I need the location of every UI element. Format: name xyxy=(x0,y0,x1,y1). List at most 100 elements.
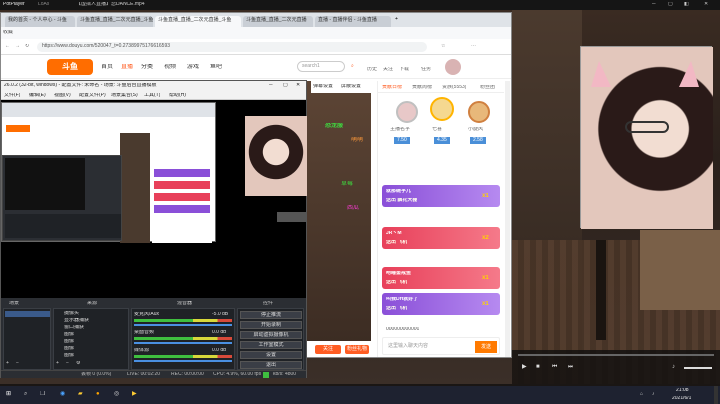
obs-menu-help[interactable]: 帮助(H) xyxy=(169,93,186,98)
obs-menu-scenes[interactable]: 场景集合(S) xyxy=(111,93,138,98)
source-item[interactable]: 摄像头 xyxy=(64,311,79,316)
source-item[interactable]: 图像 xyxy=(64,332,74,337)
close-icon[interactable]: ✕ xyxy=(704,2,708,7)
danmu-setting[interactable]: 弹幕设置 xyxy=(313,84,333,89)
next-icon[interactable]: ⏭ xyxy=(568,364,573,370)
chat-tab-fans[interactable]: 粉丝团 xyxy=(480,85,495,90)
rank-avatar-3[interactable] xyxy=(468,101,490,123)
nav-game[interactable]: 游戏 xyxy=(187,64,199,70)
follow-label[interactable]: 关注 xyxy=(383,67,393,72)
obs-menu-view[interactable]: 视图(V) xyxy=(54,93,71,98)
chat-tab-daily[interactable]: 贡献日榜 xyxy=(382,85,402,90)
refresh-icon[interactable]: ↻ xyxy=(25,44,29,49)
volume-slider[interactable] xyxy=(134,324,232,326)
tab-3-active[interactable]: 斗鱼直播_直播_二次元直播_斗鱼 xyxy=(155,16,241,27)
volume-icon[interactable]: ♪ xyxy=(672,364,675,370)
send-button[interactable]: 发送 xyxy=(475,341,497,353)
player-volume-slider[interactable] xyxy=(684,367,712,369)
obs-minimize-icon[interactable]: ─ xyxy=(269,83,273,88)
tab-4[interactable]: 斗鱼直播_直播_二次元直播 xyxy=(243,16,313,27)
volume-meter xyxy=(134,319,232,322)
maximize-icon[interactable]: ▢ xyxy=(668,2,673,7)
folder-icon[interactable]: ▰ xyxy=(78,391,83,397)
source-settings-icon[interactable]: ⚙ xyxy=(76,361,80,366)
menu-label[interactable]: LoAs xyxy=(38,2,49,7)
douyu-app-icon[interactable]: ● xyxy=(96,391,100,397)
start-record-button[interactable]: 开始录制 xyxy=(240,321,302,329)
obs-close-icon[interactable]: ✕ xyxy=(296,83,300,88)
obs-app-icon[interactable]: ◎ xyxy=(114,391,119,397)
minimize-icon[interactable]: ─ xyxy=(652,2,656,7)
browser-scrollbar[interactable] xyxy=(505,81,510,357)
obs-menu-file[interactable]: 文件(F) xyxy=(4,93,20,98)
address-bar[interactable]: https://www.douyu.com/520047_t=0.2738997… xyxy=(37,42,427,52)
download-label[interactable]: 下载 xyxy=(399,67,409,72)
network-icon[interactable]: ⌂ xyxy=(640,392,643,397)
rank-avatar-2[interactable] xyxy=(430,97,454,121)
tab-5[interactable]: 直播 - 直播伴侣 - 斗鱼直播 xyxy=(315,16,391,27)
play-icon[interactable]: ▶ xyxy=(522,364,527,370)
taskbar-search-icon[interactable]: ⌕ xyxy=(24,391,27,397)
source-item[interactable]: 图像 xyxy=(64,339,74,344)
fan-gift-button[interactable]: 粉丝礼物 xyxy=(345,345,369,354)
scene-selected[interactable] xyxy=(5,311,50,317)
nav-home[interactable]: 首页 xyxy=(101,64,113,70)
follow-button[interactable]: 关注 xyxy=(315,345,341,354)
start-icon[interactable]: ⊞ xyxy=(6,391,11,397)
rank-avatar-1[interactable] xyxy=(396,101,418,123)
potplayer-app-icon[interactable]: ▶ xyxy=(132,391,137,397)
forward-icon[interactable]: → xyxy=(15,44,20,49)
site-search-input[interactable]: search1 xyxy=(297,61,345,72)
settings-button[interactable]: 设置 xyxy=(240,351,302,359)
tab-1[interactable]: 我的首页 - 个人中心 - 斗鱼 xyxy=(5,16,75,27)
prev-icon[interactable]: ⏮ xyxy=(552,364,557,370)
obs-preview[interactable] xyxy=(1,100,307,298)
tab-2[interactable]: 斗鱼直播_直播_二次元直播_斗鱼 xyxy=(77,16,153,27)
chat-tab-noble[interactable]: 贵族(5553) xyxy=(442,85,466,90)
new-tab-icon[interactable]: + xyxy=(395,17,398,22)
task-label[interactable]: 任务 xyxy=(421,67,431,72)
obs-menu-profile[interactable]: 配置文件(P) xyxy=(79,93,106,98)
source-item[interactable]: 图像 xyxy=(64,353,74,358)
scene-remove-icon[interactable]: − xyxy=(16,361,19,366)
stop-icon[interactable]: ■ xyxy=(536,364,540,370)
obs-menu-edit[interactable]: 编辑(E) xyxy=(29,93,46,98)
bookmark-label[interactable]: 收藏 xyxy=(3,30,13,35)
source-item[interactable]: 图像 xyxy=(64,346,74,351)
nav-live[interactable]: 直播 xyxy=(121,64,133,70)
source-item[interactable]: 窗口捕获 xyxy=(64,325,84,330)
virtual-camera-button[interactable]: 启动虚拟摄像机 xyxy=(240,331,302,339)
chat-tab-weekly[interactable]: 贡献周榜 xyxy=(412,85,432,90)
seek-bar[interactable] xyxy=(518,354,714,356)
star-icon[interactable]: ☆ xyxy=(441,44,445,49)
scene-add-icon[interactable]: + xyxy=(6,361,9,366)
nav-category[interactable]: 分类 xyxy=(141,64,153,70)
task-view-icon[interactable]: ❐ xyxy=(40,391,45,397)
clock-time[interactable]: 21:08 xyxy=(676,388,689,393)
user-avatar[interactable] xyxy=(445,59,461,75)
douyu-logo[interactable]: 斗鱼 xyxy=(47,59,93,75)
obs-maximize-icon[interactable]: ▢ xyxy=(283,83,288,88)
exit-button[interactable]: 退出 xyxy=(240,361,302,369)
obs-menu-tools[interactable]: 工具(T) xyxy=(144,93,160,98)
pin-icon[interactable]: ◧ xyxy=(684,2,689,7)
show-desktop-button[interactable] xyxy=(714,386,718,404)
history-label[interactable]: 历史 xyxy=(367,67,377,72)
nav-video[interactable]: 视频 xyxy=(164,64,176,70)
studio-mode-button[interactable]: 工作室模式 xyxy=(240,341,302,349)
back-icon[interactable]: ← xyxy=(5,44,10,49)
search-icon[interactable]: ⌕ xyxy=(351,64,354,69)
source-remove-icon[interactable]: − xyxy=(66,361,69,366)
volume-slider[interactable] xyxy=(134,360,232,362)
chat-input[interactable]: 这里输入聊天内容 xyxy=(385,341,471,353)
block-setting[interactable]: 屏蔽设置 xyxy=(341,84,361,89)
menu-dots-icon[interactable]: ⋯ xyxy=(471,44,476,49)
clock-date[interactable]: 2021/6/1 xyxy=(672,396,691,401)
source-add-icon[interactable]: + xyxy=(56,361,59,366)
source-item[interactable]: 显示器捕获 xyxy=(64,318,89,323)
sound-icon[interactable]: ♪ xyxy=(652,392,655,397)
nav-yuba[interactable]: 鱼吧 xyxy=(210,64,222,70)
volume-slider[interactable] xyxy=(134,342,232,344)
stop-stream-button[interactable]: 停止推流 xyxy=(240,311,302,319)
edge-icon[interactable]: ◉ xyxy=(60,391,65,397)
